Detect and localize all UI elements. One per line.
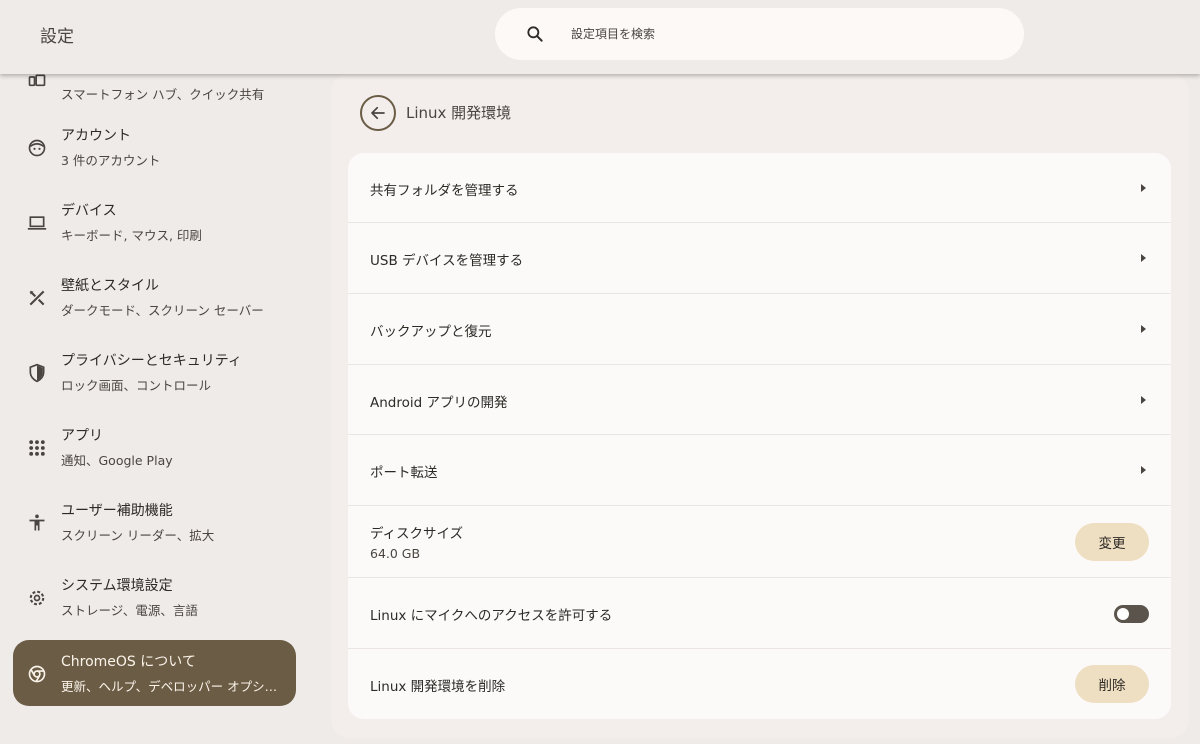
row-label: バックアップと復元 — [370, 324, 492, 340]
row-manage-usb-devices[interactable]: USB デバイスを管理する — [348, 223, 1171, 294]
sidebar-item-title: システム環境設定 — [61, 578, 173, 594]
chrome-icon — [25, 662, 49, 686]
chevron-right-icon — [1141, 184, 1146, 192]
sidebar-item-title: プライバシーとセキュリティ — [61, 353, 242, 369]
sidebar-item-connected-devices[interactable]: スマートフォン ハブ、クイック共有 — [13, 74, 296, 114]
top-bar: 設定 — [0, 0, 1200, 74]
accessibility-icon — [25, 511, 49, 535]
sidebar-item-subtitle: ダークモード、スクリーン セーバー — [61, 303, 264, 318]
sidebar-item-subtitle: キーボード, マウス, 印刷 — [61, 228, 202, 243]
row-label: Linux にマイクへのアクセスを許可する — [370, 608, 613, 624]
row-disk-size: ディスクサイズ 64.0 GB 変更 — [348, 506, 1171, 578]
chevron-right-icon — [1141, 254, 1146, 262]
app-title: 設定 — [40, 27, 74, 47]
search-input[interactable] — [571, 22, 991, 46]
sidebar-item-accounts[interactable]: アカウント 3 件のアカウント — [13, 114, 296, 180]
settings-window: 設定 スマートフォン ハブ、クイック共有 アカウント 3 件のアカウント — [0, 0, 1200, 744]
row-android-app-development[interactable]: Android アプリの開発 — [348, 365, 1171, 435]
main-panel: Linux 開発環境 共有フォルダを管理する USB デバイスを管理する バック… — [331, 74, 1189, 738]
face-icon — [25, 136, 49, 160]
row-microphone-access[interactable]: Linux にマイクへのアクセスを許可する — [348, 578, 1171, 649]
row-label: ディスクサイズ — [370, 526, 464, 542]
search-box[interactable] — [495, 8, 1024, 60]
microphone-access-toggle[interactable] — [1114, 605, 1149, 623]
sidebar-item-personalization[interactable]: 壁紙とスタイル ダークモード、スクリーン セーバー — [13, 264, 296, 330]
sidebar-item-device[interactable]: デバイス キーボード, マウス, 印刷 — [13, 189, 296, 255]
sidebar-item-subtitle: 3 件のアカウント — [61, 153, 161, 168]
sidebar-item-subtitle: 通知、Google Play — [61, 453, 173, 468]
sidebar-item-title: アプリ — [61, 428, 103, 444]
sidebar-item-title: ユーザー補助機能 — [61, 503, 173, 519]
chevron-right-icon — [1141, 325, 1146, 333]
settings-gear-icon — [25, 586, 49, 610]
sidebar-item-subtitle: ストレージ、電源、言語 — [61, 603, 198, 618]
chevron-right-icon — [1141, 396, 1146, 404]
sidebar-item-privacy[interactable]: プライバシーとセキュリティ ロック画面、コントロール — [13, 339, 296, 405]
sidebar-item-subtitle: スマートフォン ハブ、クイック共有 — [61, 87, 265, 102]
search-icon[interactable] — [525, 24, 545, 44]
sidebar-item-apps[interactable]: アプリ 通知、Google Play — [13, 414, 296, 480]
sidebar-item-subtitle: 更新、ヘルプ、デベロッパー オプション — [61, 679, 289, 694]
settings-card: 共有フォルダを管理する USB デバイスを管理する バックアップと復元 Andr… — [348, 153, 1171, 719]
row-label: USB デバイスを管理する — [370, 253, 524, 269]
devices-icon — [25, 74, 49, 94]
row-label: Linux 開発環境を削除 — [370, 679, 506, 695]
sidebar: スマートフォン ハブ、クイック共有 アカウント 3 件のアカウント デバイス キ… — [0, 74, 320, 744]
row-manage-shared-folders[interactable]: 共有フォルダを管理する — [348, 153, 1171, 223]
change-disk-size-button[interactable]: 変更 — [1075, 523, 1149, 561]
row-remove-linux: Linux 開発環境を削除 削除 — [348, 649, 1171, 719]
page-title: Linux 開発環境 — [406, 104, 512, 122]
sidebar-item-system-preferences[interactable]: システム環境設定 ストレージ、電源、言語 — [13, 564, 296, 630]
back-button[interactable] — [360, 95, 396, 131]
arrow-back-icon — [371, 106, 385, 120]
row-label: ポート転送 — [370, 465, 438, 481]
sidebar-item-title: 壁紙とスタイル — [61, 278, 159, 294]
sidebar-item-title: アカウント — [61, 128, 131, 144]
palette-brush-icon — [25, 286, 49, 310]
sidebar-item-about-chromeos[interactable]: ChromeOS について 更新、ヘルプ、デベロッパー オプション — [13, 640, 296, 706]
shield-icon — [25, 361, 49, 385]
laptop-icon — [25, 211, 49, 235]
sidebar-item-subtitle: スクリーン リーダー、拡大 — [61, 528, 215, 543]
sidebar-item-title: デバイス — [61, 203, 117, 219]
row-label: 共有フォルダを管理する — [370, 183, 519, 199]
sidebar-item-subtitle: ロック画面、コントロール — [61, 378, 212, 393]
sidebar-item-title: ChromeOS について — [61, 654, 196, 670]
row-backup-restore[interactable]: バックアップと復元 — [348, 294, 1171, 365]
disk-size-value: 64.0 GB — [370, 546, 421, 561]
apps-grid-icon — [25, 436, 49, 460]
sidebar-item-accessibility[interactable]: ユーザー補助機能 スクリーン リーダー、拡大 — [13, 489, 296, 555]
row-label: Android アプリの開発 — [370, 395, 508, 411]
toggle-knob — [1117, 608, 1129, 620]
chevron-right-icon — [1141, 466, 1146, 474]
row-port-forwarding[interactable]: ポート転送 — [348, 435, 1171, 506]
remove-linux-button[interactable]: 削除 — [1075, 665, 1149, 703]
